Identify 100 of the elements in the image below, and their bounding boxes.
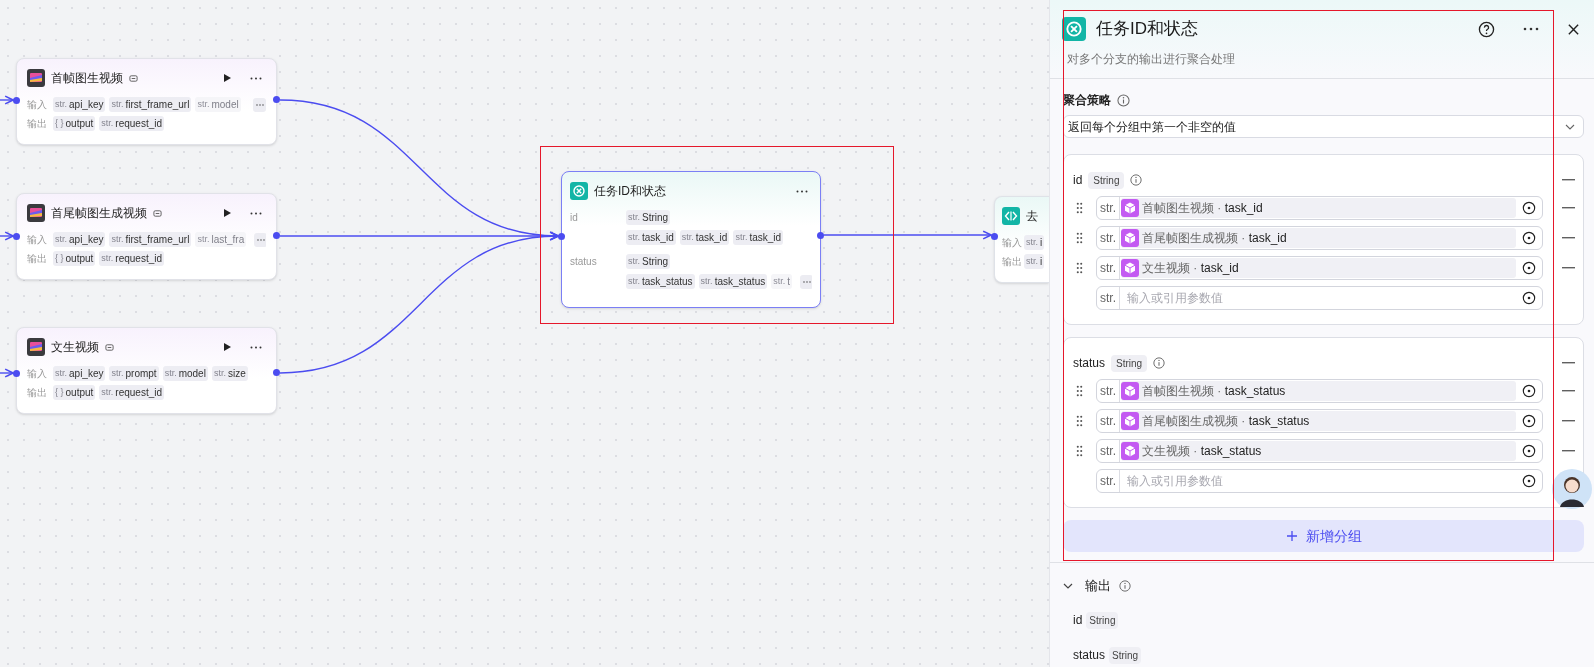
- row-label: id: [570, 211, 579, 225]
- param-name: String: [642, 255, 669, 269]
- node-title: 任务ID和状态: [594, 183, 666, 200]
- type-label: str.: [101, 385, 114, 399]
- param-name: request_id: [115, 252, 163, 266]
- type-label: { }: [55, 116, 64, 130]
- panel-title: 任务ID和状态: [1096, 18, 1198, 41]
- node-card[interactable]: 去 输入 str. i 输出 str. i: [994, 196, 1049, 283]
- param-name: prompt: [125, 367, 157, 381]
- type-label: str.: [101, 116, 114, 130]
- param-name: task_status: [714, 275, 766, 289]
- field-label: 聚合策略: [1063, 92, 1111, 109]
- param-name: api_key: [69, 98, 104, 112]
- param-field[interactable]: str. 输入或引用参数值: [1096, 286, 1543, 310]
- row-label: 输出: [27, 386, 48, 400]
- node-title: 去: [1026, 208, 1038, 225]
- param-name: request_id: [115, 117, 163, 131]
- param-name: i: [1040, 255, 1043, 269]
- type-label: str.: [628, 254, 640, 268]
- param-name: api_key: [69, 233, 104, 247]
- row-label: status: [570, 255, 598, 269]
- reference-field[interactable]: str. 文生视频 · task_id: [1096, 256, 1543, 280]
- type-label: str.: [111, 366, 124, 380]
- reference-field[interactable]: str. 文生视频 · task_status: [1096, 439, 1543, 463]
- type-label: str.: [101, 251, 114, 265]
- type-label: str.: [213, 366, 226, 380]
- type-label: str.: [197, 232, 210, 246]
- type-label: str.: [55, 97, 67, 111]
- group-name: status: [1073, 355, 1105, 372]
- row-label: 输出: [27, 252, 48, 266]
- type-label: str.: [773, 274, 786, 288]
- type-tag: String: [1111, 354, 1148, 372]
- type-label: str.: [111, 232, 124, 246]
- reference-value: 文生视频 · task_status: [1142, 443, 1262, 460]
- reference-field[interactable]: str. 首尾帧图生成视频 · task_id: [1096, 226, 1543, 250]
- param-name: model: [211, 98, 239, 112]
- param-field[interactable]: str. 输入或引用参数值: [1096, 469, 1543, 493]
- param-name: String: [642, 211, 669, 225]
- param-name: i: [1040, 236, 1043, 250]
- type-label: str.: [735, 230, 748, 244]
- node-card[interactable]: 任务ID和状态 id str. String str. task_id str. task_id str. task_id status str. String str. task_status str. task_status str. t: [561, 171, 821, 308]
- row-label: 输入: [27, 233, 48, 247]
- type-tag: String: [1109, 646, 1142, 664]
- type-label: str.: [1026, 235, 1038, 249]
- reference-value: 文生视频 · task_id: [1142, 260, 1239, 277]
- node-title: 首尾帧图生成视频: [51, 205, 147, 222]
- type-label: str.: [700, 274, 713, 288]
- row-label: 输入: [27, 367, 48, 381]
- param-name: model: [178, 367, 206, 381]
- param-name: output: [65, 117, 94, 131]
- reference-field[interactable]: str. 首尾帧图生成视频 · task_status: [1096, 409, 1543, 433]
- param-name: api_key: [69, 367, 104, 381]
- panel-description: 对多个分支的输出进行聚合处理: [1067, 51, 1235, 68]
- type-label: str.: [111, 97, 124, 111]
- type-label: { }: [55, 385, 64, 399]
- param-name: task_id: [695, 231, 728, 245]
- node-card[interactable]: 首帧图生视频 输入 str. api_key str. first_frame_url str. model 输出 { } output str. request_id: [16, 58, 277, 145]
- param-name: t: [787, 275, 790, 289]
- type-label: str.: [55, 232, 67, 246]
- type-label: str.: [628, 210, 640, 224]
- type-label: str.: [628, 230, 640, 244]
- type-label: str.: [164, 366, 177, 380]
- param-name: task_status: [642, 275, 693, 289]
- param-name: task_id: [749, 231, 782, 245]
- reference-value: 首帧图生视频 · task_status: [1142, 383, 1286, 400]
- type-label: str.: [55, 366, 67, 380]
- reference-field[interactable]: str. 首帧图生视频 · task_id: [1096, 196, 1543, 220]
- reference-field[interactable]: str. 首帧图生视频 · task_status: [1096, 379, 1543, 403]
- type-label: str.: [681, 230, 694, 244]
- reference-value: 首尾帧图生成视频 · task_id: [1142, 230, 1287, 247]
- strategy-select[interactable]: 返回每个分组中第一个非空的值: [1063, 115, 1584, 138]
- type-label: str.: [1026, 254, 1038, 268]
- node-card[interactable]: 首尾帧图生成视频 输入 str. api_key str. first_frame_url str. last_fra 输出 { } output str. request_id: [16, 193, 277, 280]
- node-title: 首帧图生视频: [51, 70, 123, 87]
- param-name: last_fra: [211, 233, 245, 247]
- param-name: task_id: [642, 231, 674, 245]
- node-card[interactable]: 文生视频 输入 str. api_key str. prompt str. model str. size 输出 { } output str. request_id: [16, 327, 277, 414]
- row-label: 输出: [27, 117, 48, 131]
- section-title: 输出: [1085, 577, 1111, 596]
- type-label: str.: [197, 97, 210, 111]
- param-name: first_frame_url: [125, 98, 190, 112]
- row-label: 输入: [27, 98, 48, 112]
- reference-value: 首尾帧图生成视频 · task_status: [1142, 413, 1310, 430]
- type-label: { }: [55, 251, 64, 265]
- input-field[interactable]: 输入或引用参数值: [1120, 470, 1516, 492]
- type-tag: String: [1088, 171, 1125, 189]
- param-name: output: [65, 386, 94, 400]
- row-label: 输入: [1002, 236, 1022, 250]
- input-field[interactable]: 输入或引用参数值: [1120, 287, 1516, 309]
- param-name: output: [65, 252, 94, 266]
- type-label: str.: [628, 274, 640, 288]
- output-name: status: [1073, 647, 1105, 664]
- row-label: 输出: [1002, 255, 1022, 269]
- param-name: request_id: [115, 386, 163, 400]
- add-group-button[interactable]: 新增分组: [1063, 520, 1584, 552]
- group-name: id: [1073, 172, 1083, 189]
- reference-value: 首帧图生视频 · task_id: [1142, 200, 1263, 217]
- node-title: 文生视频: [51, 339, 99, 356]
- param-name: size: [227, 367, 246, 381]
- output-name: id: [1073, 612, 1083, 629]
